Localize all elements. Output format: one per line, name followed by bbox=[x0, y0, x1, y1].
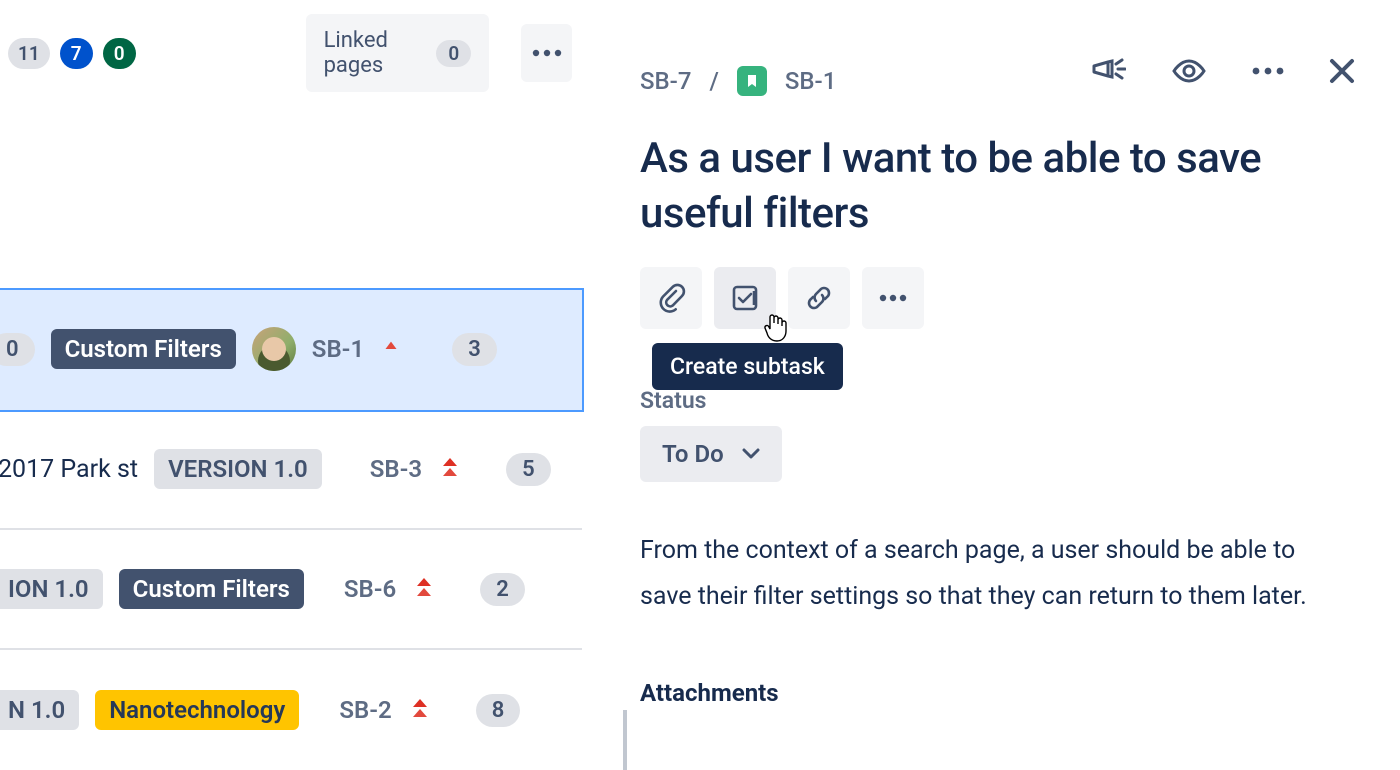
partial-tag: ION 1.0 bbox=[0, 569, 103, 609]
attachment-icon bbox=[656, 283, 686, 313]
story-type-icon bbox=[737, 66, 767, 96]
breadcrumb-child[interactable]: SB-1 bbox=[785, 67, 836, 95]
linked-pages-button[interactable]: Linked pages 0 bbox=[306, 14, 490, 92]
lead-points: 0 bbox=[0, 333, 35, 366]
issue-key: SB-6 bbox=[344, 575, 396, 603]
issue-tag: VERSION 1.0 bbox=[154, 449, 322, 489]
story-points: 8 bbox=[476, 694, 521, 727]
detail-top-actions bbox=[1092, 56, 1356, 86]
assignee-avatar[interactable] bbox=[252, 327, 296, 371]
close-icon[interactable] bbox=[1328, 57, 1356, 85]
issue-row[interactable]: N 1.0 Nanotechnology SB-2 8 bbox=[0, 650, 582, 770]
priority-highest-icon bbox=[438, 456, 462, 482]
create-subtask-tooltip: Create subtask bbox=[652, 343, 843, 390]
count-green[interactable]: 0 bbox=[103, 38, 136, 69]
issue-text: 2017 Park st bbox=[0, 455, 138, 484]
issue-detail-pane: SB-7 / SB-1 As a user I want to be able … bbox=[640, 0, 1380, 707]
attachments-divider bbox=[623, 710, 627, 770]
list-header: 11 7 0 Linked pages 0 bbox=[0, 0, 582, 92]
breadcrumb-separator: / bbox=[709, 67, 718, 95]
issue-tag: Custom Filters bbox=[51, 329, 236, 369]
issue-row[interactable]: 0 Custom Filters SB-1 3 bbox=[0, 290, 582, 410]
issue-description[interactable]: From the context of a search page, a use… bbox=[640, 528, 1330, 621]
story-points: 2 bbox=[480, 573, 525, 606]
issue-list-pane: 11 7 0 Linked pages 0 0 Custom Filters S… bbox=[0, 0, 582, 768]
issue-row[interactable]: 2017 Park st VERSION 1.0 SB-3 5 bbox=[0, 410, 582, 530]
more-horizontal-icon bbox=[532, 49, 562, 57]
story-points: 3 bbox=[452, 333, 497, 366]
issue-action-row: Create subtask bbox=[640, 267, 1380, 329]
issue-tag: Nanotechnology bbox=[95, 690, 299, 730]
more-button[interactable] bbox=[521, 24, 572, 82]
issue-tag: Custom Filters bbox=[119, 569, 304, 609]
feedback-icon[interactable] bbox=[1092, 56, 1126, 86]
issue-row[interactable]: ION 1.0 Custom Filters SB-6 2 bbox=[0, 530, 582, 650]
priority-highest-icon bbox=[408, 697, 432, 723]
subtask-icon bbox=[730, 283, 760, 313]
priority-medium-icon bbox=[380, 338, 402, 360]
create-subtask-button[interactable] bbox=[714, 267, 776, 329]
watch-icon[interactable] bbox=[1170, 58, 1208, 84]
partial-tag: N 1.0 bbox=[0, 690, 79, 730]
more-horizontal-icon bbox=[879, 294, 907, 302]
linked-pages-label: Linked pages bbox=[324, 28, 421, 78]
issue-list: 0 Custom Filters SB-1 3 2017 Park st VER… bbox=[0, 290, 582, 770]
attach-button[interactable] bbox=[640, 267, 702, 329]
more-actions-button[interactable] bbox=[862, 267, 924, 329]
breadcrumb-parent[interactable]: SB-7 bbox=[640, 67, 691, 95]
link-icon bbox=[804, 283, 834, 313]
linked-pages-count: 0 bbox=[436, 40, 471, 67]
count-blue[interactable]: 7 bbox=[60, 38, 93, 69]
issue-title[interactable]: As a user I want to be able to save usef… bbox=[640, 132, 1380, 241]
more-horizontal-icon[interactable] bbox=[1252, 67, 1284, 75]
status-value: To Do bbox=[662, 440, 724, 468]
story-points: 5 bbox=[506, 453, 551, 486]
attachments-heading: Attachments bbox=[640, 679, 1380, 707]
issue-key: SB-1 bbox=[312, 335, 364, 363]
status-dropdown[interactable]: To Do bbox=[640, 426, 782, 482]
issue-key: SB-3 bbox=[370, 455, 422, 483]
link-button[interactable] bbox=[788, 267, 850, 329]
status-label: Status bbox=[640, 387, 1380, 414]
chevron-down-icon bbox=[742, 448, 760, 460]
issue-key: SB-2 bbox=[339, 696, 391, 724]
priority-highest-icon bbox=[412, 576, 436, 602]
count-gray[interactable]: 11 bbox=[8, 38, 50, 69]
